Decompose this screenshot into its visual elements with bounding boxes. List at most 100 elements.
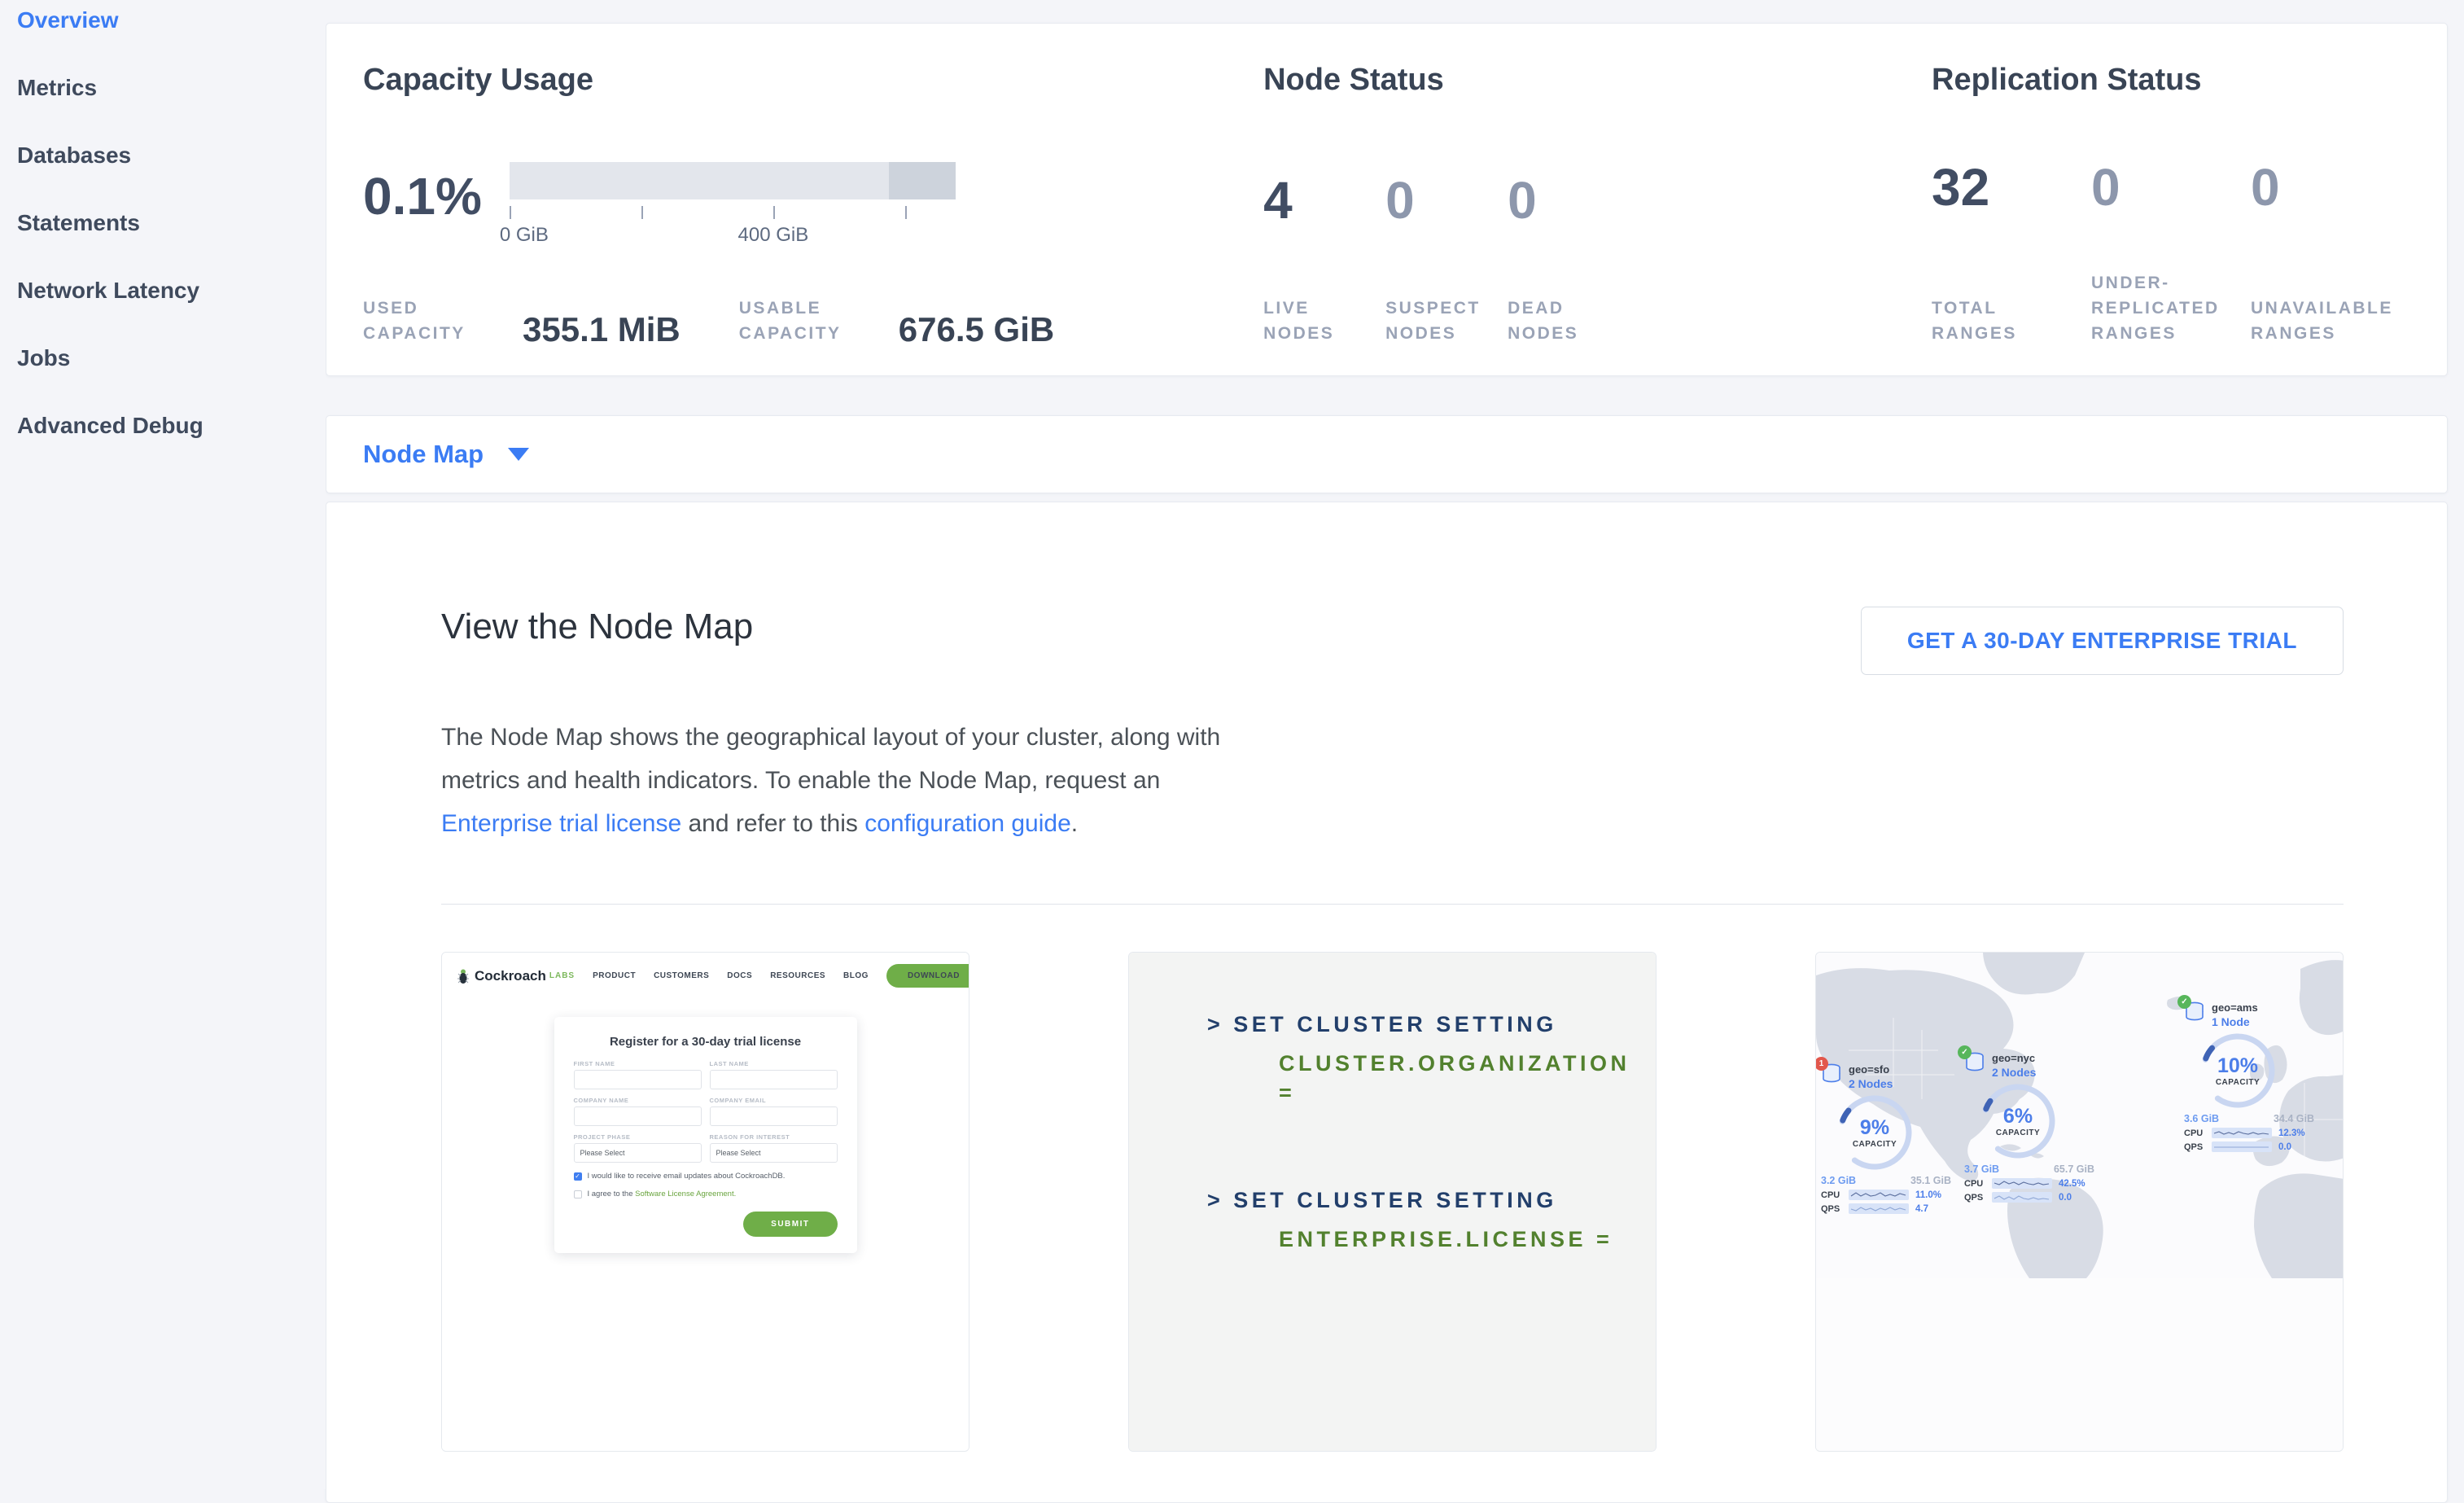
capacity-percent: 6% (2003, 1106, 2033, 1127)
checkbox-unchecked-icon (574, 1190, 582, 1198)
enterprise-trial-button[interactable]: GET A 30-DAY ENTERPRISE TRIAL (1861, 607, 2344, 675)
replication-status-section: Replication Status 32 0 0 TOTAL RANGES U… (1932, 63, 2410, 346)
node-status-section: Node Status 4 0 0 LIVE NODES SUSPECT NOD… (1263, 63, 1932, 346)
sidebar-item-metrics[interactable]: Metrics (17, 76, 326, 100)
text-input (574, 1106, 702, 1126)
text-input (574, 1070, 702, 1089)
chevron-down-icon[interactable] (508, 448, 529, 461)
step1-card: Cockroach LABS PRODUCT CUSTOMERS DOCS RE… (441, 952, 969, 1452)
configuration-guide-link[interactable]: configuration guide (864, 810, 1071, 837)
thumbnail-nav-blog: BLOG (843, 971, 869, 980)
checkbox-label: I would like to receive email updates ab… (588, 1172, 786, 1181)
steps-row: Cockroach LABS PRODUCT CUSTOMERS DOCS RE… (441, 952, 2344, 1452)
total-ranges-value: 32 (1932, 161, 2091, 213)
usable-capacity-value: 676.5 GiB (899, 313, 1054, 346)
view-selector[interactable]: Node Map (326, 415, 2448, 493)
cpu-label: CPU (2184, 1128, 2212, 1138)
thumbnail-submit-button: SUBMIT (743, 1212, 837, 1237)
sidebar-item-overview[interactable]: Overview (17, 8, 326, 33)
enterprise-trial-license-link[interactable]: Enterprise trial license (441, 810, 681, 837)
capacity-gauge: 9% CAPACITY (1836, 1093, 1914, 1172)
tick-mark (905, 206, 907, 219)
sql-line: CLUSTER.ORGANIZATION = (1279, 1049, 1656, 1107)
field-label: PROJECT PHASE (574, 1133, 702, 1141)
field-label: REASON FOR INTEREST (710, 1133, 838, 1141)
locality-label: geo=sfo (1849, 1063, 1893, 1076)
capacity-total: 35.1 GiB (1910, 1175, 1951, 1186)
capacity-usage-visual: 0.1% 0 GiB 400 GiB (363, 162, 1263, 237)
capacity-bar-track (510, 162, 956, 199)
locality-label: geo=ams (2212, 1001, 2258, 1014)
sidebar-item-advanced-debug[interactable]: Advanced Debug (17, 414, 326, 438)
cpu-value: 11.0% (1915, 1190, 1941, 1200)
used-capacity-value: 355.1 MiB (523, 313, 681, 346)
field-label: LAST NAME (710, 1060, 838, 1067)
capacity-caption: CAPACITY (2216, 1078, 2260, 1087)
field-label: FIRST NAME (574, 1060, 702, 1067)
replication-labels: TOTAL RANGES UNDER-REPLICATED RANGES UNA… (1932, 270, 2410, 346)
capacity-usage-title: Capacity Usage (363, 63, 1263, 98)
capacity-usage-section: Capacity Usage 0.1% 0 GiB 400 GiB (363, 63, 1263, 346)
capacity-total: 65.7 GiB (2054, 1163, 2094, 1175)
tick-label-0gib: 0 GiB (500, 224, 549, 247)
dead-nodes-label: DEAD NODES (1508, 296, 1605, 346)
usable-capacity-stat: USABLE CAPACITY 676.5 GiB (739, 296, 1054, 346)
qps-value: 0.0 (2278, 1142, 2291, 1152)
sidebar-item-statements[interactable]: Statements (17, 211, 326, 235)
software-license-link: Software License Agreement. (635, 1190, 736, 1198)
step3-caption: Step 3: Follow this guide to configure l… (1816, 1451, 2343, 1452)
cpu-label: CPU (1964, 1179, 1992, 1189)
capacity-used-percent: 0.1% (363, 170, 482, 222)
capacity-stats: USED CAPACITY 355.1 MiB USABLE CAPACITY … (363, 296, 1263, 346)
cpu-value: 42.5% (2059, 1179, 2085, 1189)
live-nodes-value: 4 (1263, 174, 1385, 226)
main-content: Capacity Usage 0.1% 0 GiB 400 GiB (326, 0, 2464, 1503)
sidebar-item-jobs[interactable]: Jobs (17, 346, 326, 370)
cluster-summary-card: Capacity Usage 0.1% 0 GiB 400 GiB (326, 23, 2448, 376)
license-agreement-checkbox-row: I agree to the Software License Agreemen… (574, 1190, 838, 1198)
capacity-bar-segment (889, 162, 956, 199)
node-count: 1 Node (2212, 1015, 2258, 1028)
node-map-content-card: View the Node Map GET A 30-DAY ENTERPRIS… (326, 502, 2448, 1503)
view-selector-label[interactable]: Node Map (363, 440, 484, 469)
sql-line: > SET CLUSTER SETTING (1207, 1010, 1656, 1039)
sidebar-item-network-latency[interactable]: Network Latency (17, 278, 326, 303)
sql-line: > SET CLUSTER SETTING (1207, 1185, 1656, 1215)
select-input: Please Select (574, 1143, 702, 1163)
thumbnail-site-header: Cockroach LABS PRODUCT CUSTOMERS DOCS RE… (442, 953, 969, 988)
checkbox-label: I agree to the (588, 1190, 636, 1198)
node-map-description: The Node Map shows the geographical layo… (441, 716, 1243, 845)
capacity-caption: CAPACITY (1996, 1128, 2040, 1137)
sidebar: Overview Metrics Databases Statements Ne… (0, 0, 326, 1489)
cpu-label: CPU (1821, 1190, 1849, 1200)
select-input: Please Select (710, 1143, 838, 1163)
step3-card: 1 geo=sfo 2 Nodes (1815, 952, 2344, 1452)
sidebar-nav-list: Overview Metrics Databases Statements Ne… (17, 8, 326, 438)
tick-mark (641, 206, 643, 219)
replication-values: 32 0 0 (1932, 161, 2410, 213)
node-status-labels: LIVE NODES SUSPECT NODES DEAD NODES (1263, 296, 1932, 346)
node-status-title: Node Status (1263, 63, 1932, 98)
sidebar-item-databases[interactable]: Databases (17, 143, 326, 168)
cpu-sparkline (1992, 1178, 2052, 1189)
used-capacity-stat: USED CAPACITY 355.1 MiB (363, 296, 681, 346)
cockroach-labs-logo: Cockroach LABS (457, 968, 575, 984)
cpu-value: 12.3% (2278, 1128, 2305, 1138)
node-status-values: 4 0 0 (1263, 174, 1932, 226)
unavailable-ranges-value: 0 (2251, 161, 2410, 213)
field-label: COMPANY NAME (574, 1097, 702, 1104)
dead-nodes-value: 0 (1508, 174, 1630, 226)
qps-label: QPS (1821, 1204, 1849, 1214)
description-text: The Node Map shows the geographical layo… (441, 724, 1220, 794)
thumbnail-nav-docs: DOCS (727, 971, 752, 980)
section-divider (441, 904, 2344, 905)
qps-label: QPS (2184, 1142, 2212, 1152)
map-node-ams: ✓ geo=ams 1 Node (2184, 1001, 2314, 1152)
under-replicated-ranges-value: 0 (2091, 161, 2251, 213)
capacity-percent: 9% (1860, 1117, 1889, 1138)
usable-capacity-label: USABLE CAPACITY (739, 296, 876, 346)
thumbnail-nav-resources: RESOURCES (770, 971, 825, 980)
page-title: View the Node Map (441, 607, 753, 647)
capacity-bar: 0 GiB 400 GiB (510, 162, 956, 237)
qps-sparkline (2212, 1141, 2272, 1152)
